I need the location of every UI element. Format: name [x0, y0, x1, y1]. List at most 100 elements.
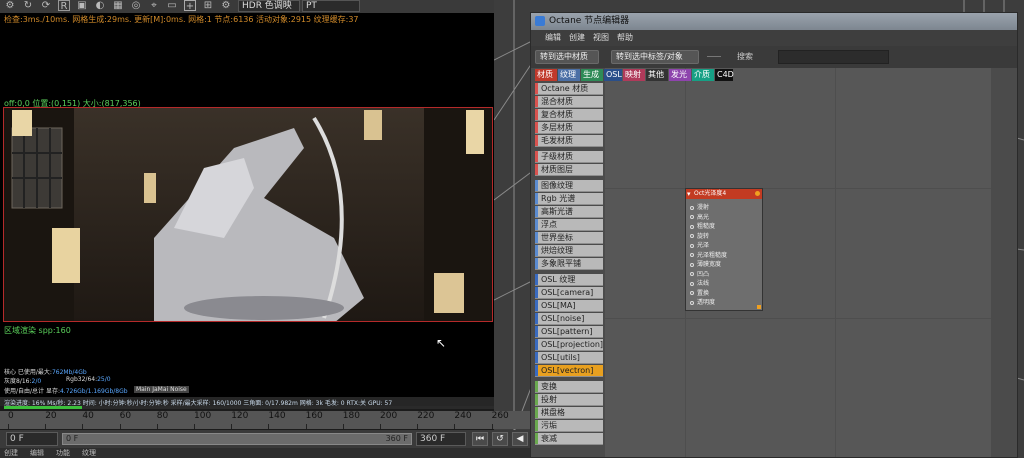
node-input-pin[interactable]: 薄膜宽度: [690, 259, 721, 268]
tab-6[interactable]: 发光: [669, 69, 691, 81]
node-canvas[interactable]: [605, 68, 991, 457]
menu-item[interactable]: 帮助: [617, 32, 633, 43]
list-item-label: 图像纹理: [541, 181, 573, 190]
goto-tag-button[interactable]: 转到选中标签/对象: [611, 50, 699, 64]
list-item[interactable]: OSL[pattern]: [535, 326, 603, 338]
pin-dot-icon: [690, 281, 694, 286]
bottom-menu-item[interactable]: 功能: [56, 448, 70, 458]
list-item[interactable]: 毛发材质: [535, 135, 603, 147]
focus-icon[interactable]: ◎: [130, 0, 142, 11]
image-icon[interactable]: ▭: [166, 0, 178, 11]
node-input-pin[interactable]: 光泽粗糙度: [690, 250, 727, 259]
tab-4[interactable]: 映射: [623, 69, 645, 81]
frame-range-slider[interactable]: 0 F 360 F: [62, 433, 412, 445]
node-input-pin[interactable]: 凹凸: [690, 269, 709, 278]
tab-0[interactable]: 材质: [535, 69, 557, 81]
list-item[interactable]: OSL[vectron]: [535, 365, 603, 377]
tonemap-select[interactable]: HDR 色调映: [238, 0, 300, 12]
list-item[interactable]: 浮点: [535, 219, 603, 231]
list-item[interactable]: 图像纹理: [535, 180, 603, 192]
list-item[interactable]: OSL[projection]: [535, 339, 603, 351]
category-color-bar: [535, 339, 538, 350]
list-item[interactable]: 投射: [535, 394, 603, 406]
list-item[interactable]: 多象限平铺: [535, 258, 603, 270]
list-item[interactable]: 衰减: [535, 433, 603, 445]
pin-dot-icon: [690, 272, 694, 276]
start-frame-field[interactable]: 0 F: [6, 432, 58, 446]
gear-icon[interactable]: ⚙: [4, 0, 16, 11]
list-item[interactable]: 世界坐标: [535, 232, 603, 244]
list-item-label: 混合材质: [541, 97, 573, 106]
tab-7[interactable]: 介质: [692, 69, 714, 81]
bottom-menu-item[interactable]: 创建: [4, 448, 18, 458]
node-input-pin[interactable]: 置换: [690, 288, 709, 297]
menu-item[interactable]: 创建: [569, 32, 585, 43]
list-item[interactable]: 复合材质: [535, 109, 603, 121]
list-item-label: OSL[MA]: [541, 301, 576, 310]
tab-2[interactable]: 生成: [581, 69, 603, 81]
list-item[interactable]: 高斯光谱: [535, 206, 603, 218]
node-input-pin[interactable]: 漫射: [690, 202, 709, 211]
list-item[interactable]: Rgb 光谱: [535, 193, 603, 205]
node-list: Octane 材质混合材质复合材质 多层材质 毛发材质子级材质 材质图层图像纹理 Rgb…: [535, 83, 603, 457]
node-input-pin[interactable]: 透明度: [690, 297, 715, 306]
tab-5[interactable]: 其他: [646, 69, 668, 81]
collapse-icon[interactable]: ▾: [687, 190, 691, 198]
list-item[interactable]: 棋盘格: [535, 407, 603, 419]
go-start-icon[interactable]: ⏮: [472, 432, 488, 446]
camera-icon[interactable]: ◐: [94, 0, 106, 11]
tab-3[interactable]: OSL: [604, 69, 622, 81]
goto-material-button[interactable]: 转到选中材质: [535, 50, 599, 64]
list-item[interactable]: OSL[camera]: [535, 287, 603, 299]
output-pin-icon[interactable]: [755, 191, 760, 196]
resize-handle-icon[interactable]: [757, 305, 761, 309]
render-region[interactable]: [3, 107, 493, 322]
refresh-icon[interactable]: ↻: [22, 0, 34, 11]
list-item[interactable]: Octane 材质: [535, 83, 603, 95]
pin-label: 漫射: [697, 204, 710, 211]
search-input[interactable]: [778, 50, 889, 64]
lock-icon[interactable]: ▣: [76, 0, 88, 11]
list-item[interactable]: OSL 纹理: [535, 274, 603, 286]
tab-8[interactable]: C4D: [715, 69, 734, 81]
node-input-pin[interactable]: 粗糙度: [690, 221, 715, 230]
list-item[interactable]: 多层材质: [535, 122, 603, 134]
category-color-bar: [535, 245, 538, 256]
node-input-pin[interactable]: 法线: [690, 278, 709, 287]
render-region-icon[interactable]: R: [58, 0, 70, 12]
timeline-ruler[interactable]: 0 20 40 60 80 100 120 140 160 180 200 220 240 260: [0, 411, 530, 429]
menu-item[interactable]: 编辑: [545, 32, 561, 43]
node-input-pin[interactable]: 光泽: [690, 240, 709, 249]
node-input-pin[interactable]: 高光: [690, 212, 709, 221]
loop-icon[interactable]: ↺: [492, 432, 508, 446]
node-editor-window: Octane 节点编辑器 编辑 创建 视图 帮助 转到选中材质 转到选中标签/对象 搜…: [530, 12, 1018, 458]
glossy-material-node[interactable]: Oct光泽度4 ▾ 漫射 高光 粗糙度 旋转 光泽 光泽粗糙度 薄膜宽度 凹凸 法线 置换 透明度: [685, 188, 763, 311]
kernel-select[interactable]: PT: [302, 0, 360, 12]
pin-icon[interactable]: ⌖: [148, 0, 160, 11]
step-back-icon[interactable]: ◀: [512, 432, 528, 446]
list-item[interactable]: OSL[utils]: [535, 352, 603, 364]
list-item[interactable]: 烘焙纹理: [535, 245, 603, 257]
add-icon[interactable]: +: [184, 0, 196, 12]
octane-logo-icon: [535, 16, 545, 26]
bottom-menu-item[interactable]: 编辑: [30, 448, 44, 458]
layers-icon[interactable]: ⊞: [202, 0, 214, 11]
list-item[interactable]: 子级材质: [535, 151, 603, 163]
grid-icon[interactable]: ▦: [112, 0, 124, 11]
tab-1[interactable]: 纹理: [558, 69, 580, 81]
list-item[interactable]: OSL[noise]: [535, 313, 603, 325]
bottom-menu-item[interactable]: 纹理: [82, 448, 96, 458]
list-item[interactable]: 污垢: [535, 420, 603, 432]
node-input-pin[interactable]: 旋转: [690, 231, 709, 240]
sync-icon[interactable]: ⟳: [40, 0, 52, 11]
list-item[interactable]: 混合材质: [535, 96, 603, 108]
render-status-bar: 渲染进度: 16% Ms/秒: 2.23 时间: 小时:分钟:秒/小时:分钟:秒…: [0, 397, 494, 407]
menu-item[interactable]: 视图: [593, 32, 609, 43]
node-title[interactable]: Oct光泽度4: [686, 189, 762, 199]
list-item[interactable]: OSL[MA]: [535, 300, 603, 312]
settings-icon[interactable]: ⚙: [220, 0, 232, 11]
node-editor-title[interactable]: Octane 节点编辑器: [531, 13, 1017, 30]
list-item[interactable]: 材质图层: [535, 164, 603, 176]
list-item[interactable]: 变换: [535, 381, 603, 393]
max-frame-field[interactable]: 360 F: [416, 432, 466, 446]
